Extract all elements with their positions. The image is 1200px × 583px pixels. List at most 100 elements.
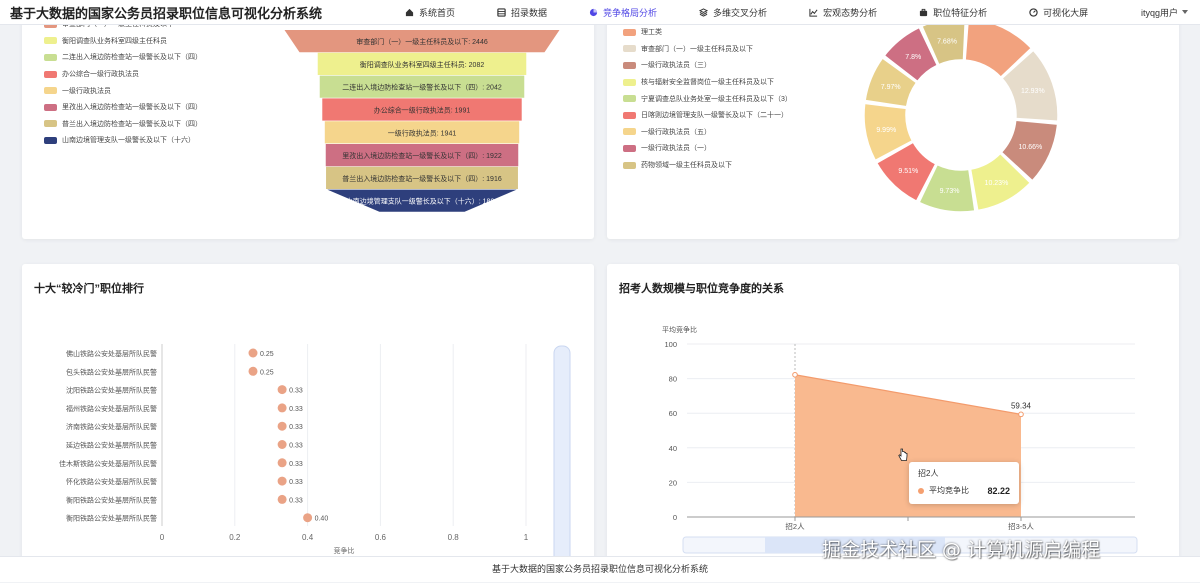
data-label: 0.33 — [289, 406, 303, 413]
data-point[interactable] — [792, 371, 798, 378]
data-label: 0.25 — [260, 369, 274, 376]
funnel-label: 里孜出入境边防检查站一级警长及以下（四）: 1922 — [342, 151, 502, 160]
y-category-label: 沈阳铁路公安处基层所队民警 — [66, 386, 157, 395]
x-tick-label: 0 — [160, 533, 165, 542]
tooltip-series-dot — [918, 487, 924, 494]
tooltip-value: 82.22 — [987, 485, 1010, 496]
funnel-label: 衡阳调查队业务科室四级主任科员: 2082 — [360, 60, 485, 69]
nav-item-label: 系统首页 — [419, 7, 456, 18]
nav-item-label: 招录数据 — [511, 7, 548, 18]
data-label: 0.33 — [289, 461, 303, 468]
cold-positions-card: 十大“较冷门”职位排行 0 0.2 0.4 0.6 0.8 1 竞争比 佛山铁路公安处基层所队… — [22, 264, 594, 564]
vertical-datazoom-slider[interactable] — [553, 345, 571, 564]
y-category-label: 佳木斯铁路公安处基层所队民警 — [59, 459, 157, 468]
x-tick-label: 招3-5人 — [1008, 521, 1034, 531]
x-tick-label: 招2人 — [785, 521, 805, 531]
donut-slice-label: 9.73% — [940, 188, 960, 195]
donut-slice-label: 10.23% — [985, 180, 1009, 187]
data-point[interactable] — [277, 421, 287, 431]
nav-item-1[interactable]: 招录数据 — [497, 6, 547, 19]
nav-menu: 系统首页 招录数据 竞争格局分析 多维交叉分析 宏观态势分析 职位特征分析 可视化大屏 — [405, 6, 1141, 19]
data-point[interactable] — [277, 403, 287, 413]
y-category-label: 包头铁路公安处基层所队民警 — [66, 367, 157, 376]
chart-tooltip: 招2人 平均竞争比 82.22 — [909, 462, 1019, 504]
y-tick-label: 60 — [669, 409, 677, 418]
nav-item-5[interactable]: 职位特征分析 — [919, 6, 987, 19]
nav-item-label: 职位特征分析 — [933, 7, 988, 18]
data-label: 59.34 — [1011, 401, 1032, 410]
y-category-label: 济南铁路公安处基层所队民警 — [66, 422, 157, 431]
tooltip-category: 招2人 — [918, 469, 939, 478]
x-tick-label: 0.4 — [302, 533, 314, 542]
data-label: 0.33 — [289, 443, 303, 450]
nav-item-label: 宏观态势分析 — [823, 7, 878, 18]
y-tick-label: 0 — [673, 513, 677, 522]
funnel-chart: 审查部门（一）一级主任科员及以下: 2446 衡阳调查队业务科室四级主任科员: 2… — [284, 30, 560, 212]
x-tick-label: 0.8 — [448, 533, 460, 542]
cold-positions-chart: 0 0.2 0.4 0.6 0.8 1 竞争比 佛山铁路公安处基层所队民警 0.25 包头铁路公安… — [59, 344, 571, 564]
user-menu[interactable]: ityqg用户 — [1141, 6, 1200, 19]
funnel-label: 一级行政执法员: 1941 — [388, 128, 457, 137]
data-point[interactable] — [1018, 411, 1024, 418]
nav-item-label: 可视化大屏 — [1043, 7, 1089, 18]
dashboard-icon — [1029, 7, 1038, 17]
data-point[interactable] — [277, 385, 287, 395]
y-tick-label: 20 — [669, 478, 677, 487]
data-point[interactable] — [277, 440, 287, 449]
nav-item-0[interactable]: 系统首页 — [405, 6, 455, 19]
data-label: 0.40 — [315, 516, 329, 523]
data-label: 0.33 — [289, 424, 303, 431]
briefcase-icon — [919, 8, 928, 16]
layers-icon — [699, 7, 709, 17]
y-axis-label: 平均竞争比 — [662, 325, 697, 334]
x-tick-label: 0.2 — [229, 533, 241, 542]
hand-cursor-icon — [898, 448, 908, 461]
y-category-label: 延边铁路公安处基层所队民警 — [66, 441, 157, 450]
watermark: 掘金技术社区 @ 计算机源启编程 — [822, 539, 1101, 561]
donut-slice-label: 9.51% — [898, 168, 918, 175]
data-point[interactable] — [248, 366, 258, 376]
funnel-label: 办公综合一级行政执法员: 1991 — [374, 106, 471, 115]
data-point[interactable] — [248, 348, 258, 358]
scale-competition-card: 招考人数规模与职位竞争度的关系 0 20 40 60 80 100 平均竞争比 59.34 招2… — [607, 264, 1179, 564]
donut-slice-label: 7.8% — [905, 54, 921, 61]
funnel-card: 审查部门（一）一级主任科员及以下衡阳调查队业务科室四级主任科员二连出入境边防检查… — [22, 14, 594, 239]
nav-item-label: 多维交叉分析 — [713, 7, 768, 18]
nav-item-4[interactable]: 宏观态势分析 — [809, 6, 877, 19]
y-tick-label: 40 — [669, 444, 677, 453]
y-tick-label: 100 — [664, 340, 677, 349]
home-icon — [405, 8, 414, 16]
chevron-down-icon — [1182, 10, 1188, 14]
app-title: 基于大数据的国家公务员招录职位信息可视化分析系统 — [10, 6, 323, 22]
x-tick-label: 1 — [524, 533, 529, 542]
data-label: 0.25 — [260, 351, 274, 358]
data-point[interactable] — [303, 513, 313, 523]
tooltip-row: 平均竞争比 82.22 — [918, 485, 1010, 496]
x-tick-label: 0.6 — [375, 533, 387, 542]
y-category-label: 福州铁路公安处基层所队民警 — [66, 404, 157, 413]
data-point[interactable] — [277, 494, 287, 504]
donut-slice-label: 10.66% — [1019, 144, 1043, 151]
donut-slice-label: 9.99% — [876, 127, 896, 134]
funnel-label: 山南边境管理支队一级警长及以下（十六）: 1891 — [346, 197, 499, 206]
data-point[interactable] — [277, 458, 287, 468]
y-category-label: 衡阳铁路公安处基层所队民警 — [66, 495, 157, 504]
top-nav: 基于大数据的国家公务员招录职位信息可视化分析系统 系统首页 招录数据 竞争格局分析 多… — [0, 0, 1200, 25]
nav-item-3[interactable]: 多维交叉分析 — [699, 6, 767, 19]
y-category-label: 怀化铁路公安处基层所队民警 — [66, 477, 157, 486]
y-category-label: 衡阳铁路公安处基层所队民警 — [66, 514, 157, 523]
donut-slice-label: 12.93% — [1021, 88, 1045, 95]
funnel-label: 二连出入境边防检查站一级警长及以下（四）: 2042 — [342, 83, 502, 92]
database-icon — [497, 7, 506, 17]
x-axis-label: 竞争比 — [334, 546, 355, 555]
line-chart-icon — [809, 8, 818, 17]
data-point[interactable] — [277, 476, 287, 486]
data-label: 0.33 — [289, 497, 303, 504]
data-label: 0.33 — [289, 388, 303, 395]
nav-item-6[interactable]: 可视化大屏 — [1029, 6, 1088, 19]
pie-chart-icon — [589, 8, 598, 16]
donut-slice-label: 7.68% — [937, 38, 957, 45]
nav-item-2[interactable]: 竞争格局分析 — [589, 6, 657, 19]
donut-slice-label: 7.97% — [881, 84, 901, 91]
data-label: 0.33 — [289, 479, 303, 486]
